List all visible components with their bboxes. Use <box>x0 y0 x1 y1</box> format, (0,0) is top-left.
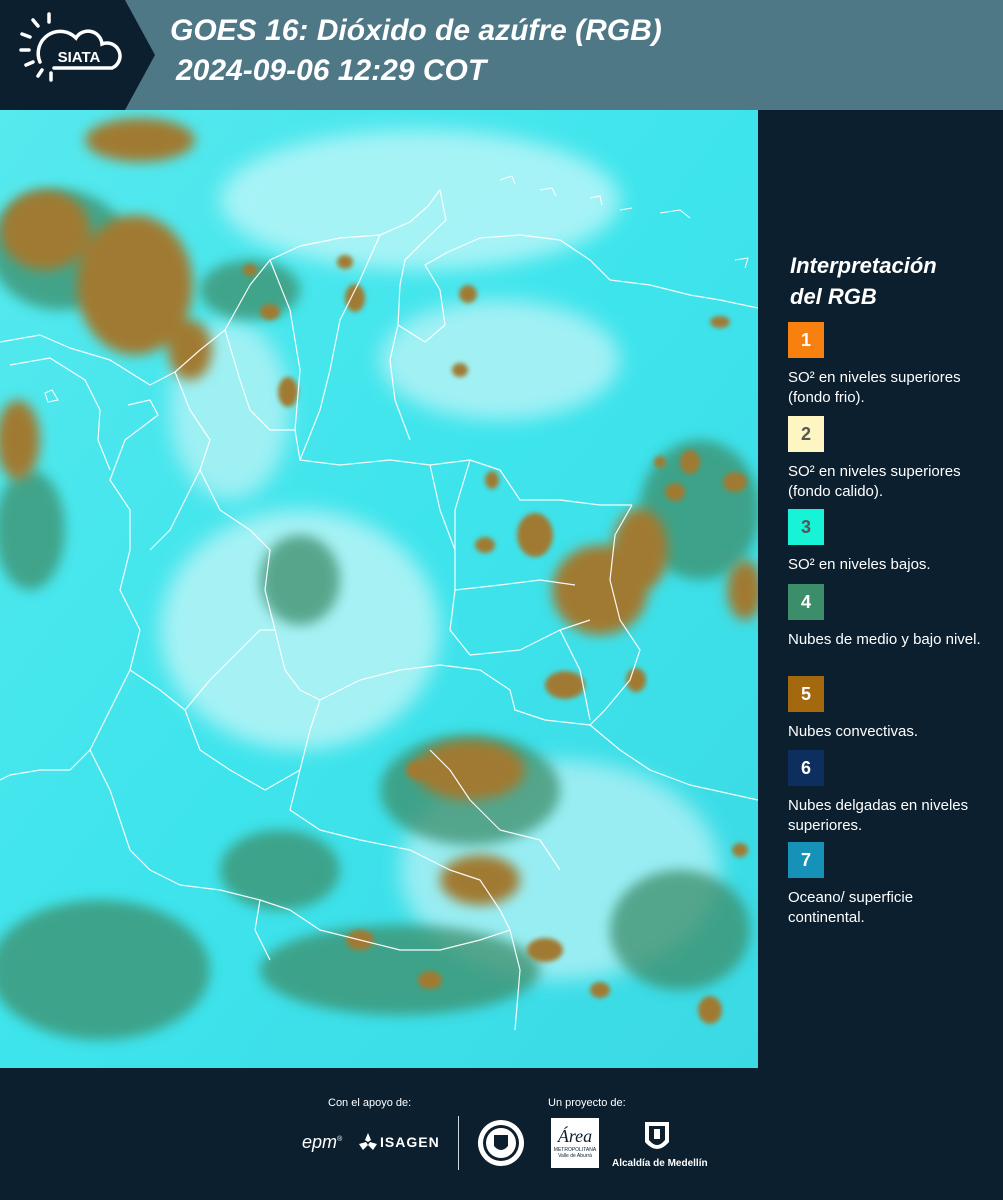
legend-text-6: Nubes delgadas en niveles superiores. <box>788 797 969 834</box>
footer: Con el apoyo de: Un proyecto de: epm® IS… <box>0 1068 1003 1200</box>
isagen-logo: ISAGEN <box>380 1134 440 1150</box>
legend-text-5: Nubes convectivas. <box>788 723 919 740</box>
legend-item-6: 6 Nubes delgadas en niveles superiores. <box>788 750 993 836</box>
alcaldia-logo-text: Alcaldía de Medellín <box>612 1158 708 1169</box>
legend-title: Interpretación del RGB <box>790 250 990 312</box>
legend-panel: Interpretación del RGB 1 SO² en niveles … <box>758 110 1003 1068</box>
legend-number-5: 5 <box>800 683 811 704</box>
legend-item-4: 4 Nubes de medio y bajo nivel. <box>788 584 993 650</box>
alcaldia-crest-icon <box>645 1122 669 1149</box>
legend-swatch-3: 3 <box>788 509 824 545</box>
legend-text-2: SO² en niveles superiores (fondo calido)… <box>788 463 961 500</box>
legend-number-4: 4 <box>800 591 811 612</box>
area-logo-text: Área <box>557 1126 593 1146</box>
legend-text-3: SO² en niveles bajos. <box>788 556 931 573</box>
epm-logo: epm® <box>302 1132 343 1152</box>
legend-swatch-4: 4 <box>788 584 824 620</box>
legend-swatch-1: 1 <box>788 322 824 358</box>
legend-swatch-2: 2 <box>788 416 824 452</box>
satellite-map <box>0 110 758 1068</box>
support-label: Con el apoyo de: <box>328 1097 412 1109</box>
footer-divider <box>458 1116 459 1170</box>
legend-number-2: 2 <box>800 423 811 444</box>
isagen-icon <box>359 1133 377 1150</box>
legend-item-2: 2 SO² en niveles superiores (fondo calid… <box>788 416 993 502</box>
legend-swatch-5: 5 <box>788 676 824 712</box>
epm-logo-text: epm <box>302 1132 338 1152</box>
page-title: GOES 16: Dióxido de azúfre (RGB) <box>170 14 662 47</box>
medellin-seal-icon <box>478 1120 524 1166</box>
siata-logo: SIATA <box>0 0 155 110</box>
legend-swatch-7: 7 <box>788 842 824 878</box>
legend-number-6: 6 <box>800 757 811 778</box>
area-metropolitana-logo: Área METROPOLITANA Valle de Aburrá <box>551 1118 599 1168</box>
header-bar: SIATA GOES 16: Dióxido de azúfre (RGB) 2… <box>0 0 1003 110</box>
legend-title-line2: del RGB <box>790 284 877 309</box>
legend-item-3: 3 SO² en niveles bajos. <box>788 509 993 575</box>
logo-text: SIATA <box>58 49 101 66</box>
area-logo-sub2: Valle de Aburrá <box>558 1153 592 1159</box>
legend-item-1: 1 SO² en niveles superiores (fondo frio)… <box>788 322 993 408</box>
legend-item-7: 7 Oceano/ superficie continental. <box>788 842 993 928</box>
legend-swatch-6: 6 <box>788 750 824 786</box>
legend-item-5: 5 Nubes convectivas. <box>788 676 993 742</box>
legend-text-4: Nubes de medio y bajo nivel. <box>788 631 981 648</box>
legend-text-1: SO² en niveles superiores (fondo frio). <box>788 369 961 406</box>
project-label: Un proyecto de: <box>548 1097 626 1109</box>
legend-text-7: Oceano/ superficie continental. <box>788 889 914 926</box>
page-timestamp: 2024-09-06 12:29 COT <box>176 54 487 87</box>
legend-number-1: 1 <box>800 329 811 350</box>
legend-number-7: 7 <box>800 849 811 870</box>
legend-number-3: 3 <box>800 516 811 537</box>
legend-title-line1: Interpretación <box>790 253 937 278</box>
